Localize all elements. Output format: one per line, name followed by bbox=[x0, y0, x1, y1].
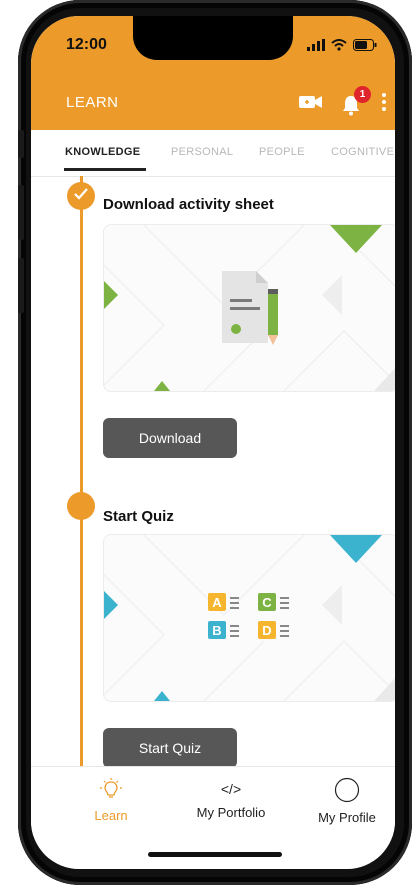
volume-down-button bbox=[18, 258, 24, 313]
code-icon: </> bbox=[220, 781, 242, 797]
timeline-line bbox=[80, 176, 83, 766]
app-title: LEARN bbox=[66, 94, 119, 111]
video-call-icon[interactable] bbox=[299, 94, 323, 115]
tab-personal[interactable]: PERSONAL bbox=[171, 146, 233, 158]
timeline-dot bbox=[67, 492, 95, 520]
tab-bar: KNOWLEDGE PERSONAL PEOPLE COGNITIVE bbox=[31, 130, 395, 177]
quiz-card[interactable]: A C B D bbox=[103, 534, 395, 702]
bottom-nav: Learn </> My Portfolio My Profile bbox=[31, 766, 395, 837]
activity-title: Download activity sheet bbox=[103, 196, 274, 213]
profile-circle-icon bbox=[334, 777, 360, 806]
notifications-button[interactable]: 1 bbox=[341, 85, 371, 116]
more-options-icon[interactable] bbox=[381, 92, 387, 117]
quiz-title: Start Quiz bbox=[103, 508, 174, 525]
nav-learn[interactable]: Learn bbox=[79, 777, 143, 823]
check-icon bbox=[74, 187, 88, 205]
nav-my-profile-label: My Profile bbox=[318, 810, 376, 825]
mute-switch bbox=[18, 130, 24, 158]
quiz-option-c: C bbox=[262, 595, 272, 610]
tab-cognitive[interactable]: COGNITIVE bbox=[331, 146, 394, 158]
quiz-option-a: A bbox=[212, 595, 222, 610]
notification-badge: 1 bbox=[354, 85, 371, 103]
quiz-option-d: D bbox=[262, 623, 271, 638]
wifi-icon bbox=[331, 38, 347, 56]
active-tab-indicator bbox=[64, 168, 146, 171]
volume-up-button bbox=[18, 185, 24, 240]
nav-my-portfolio[interactable]: </> My Portfolio bbox=[181, 777, 281, 820]
home-indicator bbox=[148, 852, 282, 857]
timeline-completed-dot bbox=[67, 182, 95, 210]
phone-screen: 12:00 LEARN 1 KNOWLEDGE PERSONAL PEOPLE … bbox=[31, 16, 395, 869]
start-quiz-button[interactable]: Start Quiz bbox=[103, 728, 237, 766]
nav-learn-label: Learn bbox=[94, 808, 128, 823]
battery-icon bbox=[353, 38, 377, 56]
nav-my-portfolio-label: My Portfolio bbox=[196, 805, 266, 820]
bell-icon bbox=[341, 95, 361, 120]
timeline-content: Download activity sheet Download Start Q… bbox=[31, 176, 395, 766]
nav-my-profile[interactable]: My Profile bbox=[307, 777, 387, 825]
status-time: 12:00 bbox=[66, 36, 107, 53]
download-button[interactable]: Download bbox=[103, 418, 237, 458]
lightbulb-icon bbox=[99, 778, 123, 804]
tab-knowledge[interactable]: KNOWLEDGE bbox=[65, 146, 140, 158]
activity-sheet-card[interactable] bbox=[103, 224, 395, 392]
activity-sheet-illustration bbox=[104, 225, 395, 391]
tab-people[interactable]: PEOPLE bbox=[259, 146, 305, 158]
quiz-option-b: B bbox=[212, 623, 221, 638]
app-bar: LEARN 1 bbox=[31, 78, 395, 130]
signal-icon bbox=[307, 38, 325, 56]
notch bbox=[133, 16, 293, 60]
quiz-illustration: A C B D bbox=[104, 535, 395, 701]
